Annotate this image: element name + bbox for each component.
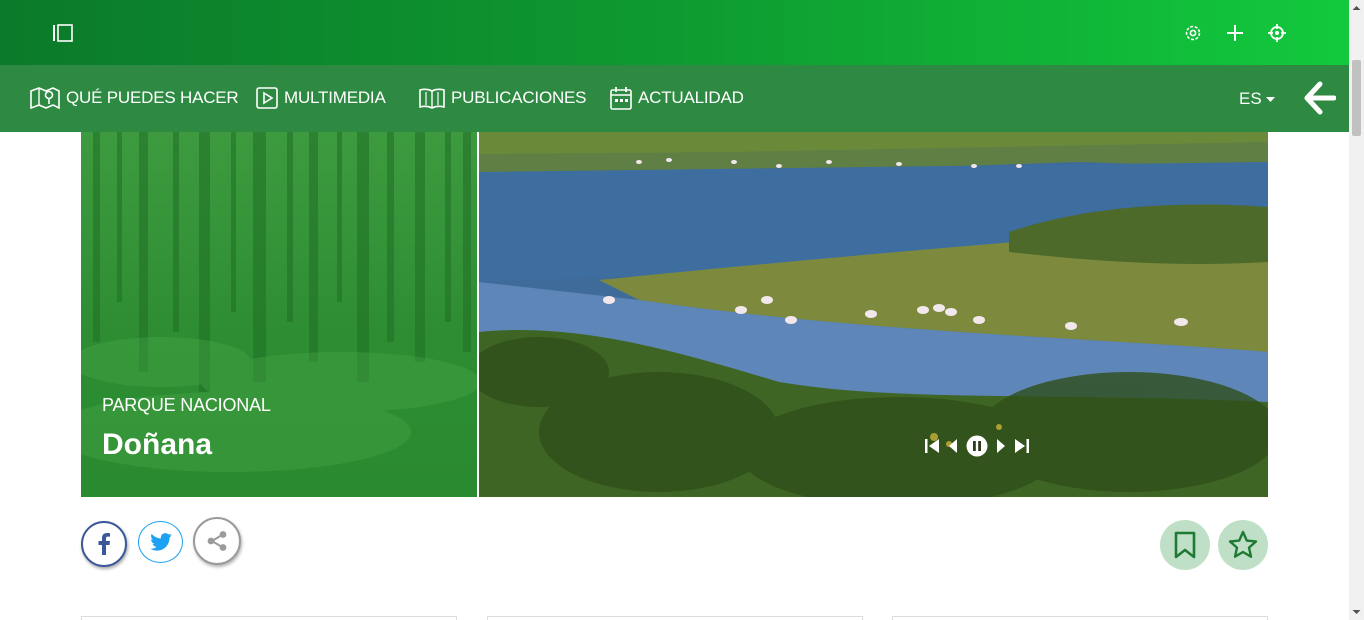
- play-icon: [256, 87, 278, 109]
- add-icon[interactable]: [1225, 21, 1245, 43]
- facebook-icon: [98, 533, 110, 555]
- book-icon: [419, 88, 445, 109]
- nav-item-multimedia[interactable]: MULTIMEDIA: [256, 85, 386, 111]
- hero-title: Doñana: [102, 428, 213, 461]
- share-button[interactable]: [193, 517, 241, 565]
- nav-label: ACTUALIDAD: [638, 88, 744, 107]
- nav-item-publicaciones[interactable]: PUBLICACIONES: [419, 85, 587, 111]
- nav-label: MULTIMEDIA: [284, 88, 386, 107]
- hero-forest-panel: PARQUE NACIONAL Doñana: [81, 132, 477, 497]
- nav-item-que-puedes-hacer[interactable]: QUÉ PUEDES HACER: [30, 85, 239, 111]
- language-selector[interactable]: ES: [1239, 89, 1275, 109]
- pause-icon[interactable]: [966, 435, 988, 462]
- last-slide-icon[interactable]: [1014, 438, 1030, 459]
- first-slide-icon[interactable]: [924, 438, 940, 459]
- hero-subtitle: PARQUE NACIONAL: [102, 395, 271, 415]
- content-card[interactable]: [81, 616, 457, 620]
- caret-down-icon: [1265, 97, 1275, 102]
- location-target-icon[interactable]: [1267, 21, 1287, 43]
- top-bar: [0, 0, 1349, 65]
- main-nav: QUÉ PUEDES HACER MULTIMEDIA PUBLICACIONE…: [0, 65, 1349, 132]
- bookmark-button[interactable]: [1160, 520, 1210, 570]
- share-icon: [207, 531, 227, 551]
- favorite-button[interactable]: [1218, 520, 1268, 570]
- page-scrollbar[interactable]: [1349, 0, 1364, 620]
- map-pin-icon: [30, 87, 60, 110]
- star-icon: [1228, 530, 1258, 558]
- previous-slide-icon[interactable]: [948, 438, 958, 459]
- calendar-icon: [610, 87, 632, 110]
- page: QUÉ PUEDES HACER MULTIMEDIA PUBLICACIONE…: [0, 0, 1364, 620]
- hero-banner: PARQUE NACIONAL Doñana: [81, 132, 1268, 497]
- bookmark-icon: [1174, 531, 1196, 559]
- content-card[interactable]: [892, 616, 1268, 620]
- slider-controls: [924, 435, 1030, 462]
- content-card[interactable]: [487, 616, 863, 620]
- nav-item-actualidad[interactable]: ACTUALIDAD: [610, 85, 744, 111]
- facebook-share-button[interactable]: [81, 521, 127, 567]
- twitter-icon: [149, 533, 172, 551]
- hero-photo-panel: [479, 132, 1268, 497]
- twitter-share-button[interactable]: [138, 521, 183, 563]
- scroll-down-icon[interactable]: [1349, 606, 1364, 618]
- nav-label: QUÉ PUEDES HACER: [66, 88, 239, 107]
- language-label: ES: [1239, 89, 1262, 108]
- back-arrow-icon[interactable]: [1304, 81, 1337, 115]
- next-slide-icon[interactable]: [996, 438, 1006, 459]
- scroll-thumb[interactable]: [1352, 60, 1361, 136]
- sidebar-toggle-icon[interactable]: [52, 24, 74, 42]
- scroll-up-icon[interactable]: [1349, 2, 1364, 14]
- nav-label: PUBLICACIONES: [451, 88, 587, 107]
- settings-icon[interactable]: [1183, 21, 1203, 43]
- wetland-flamingos-image: [479, 132, 1268, 497]
